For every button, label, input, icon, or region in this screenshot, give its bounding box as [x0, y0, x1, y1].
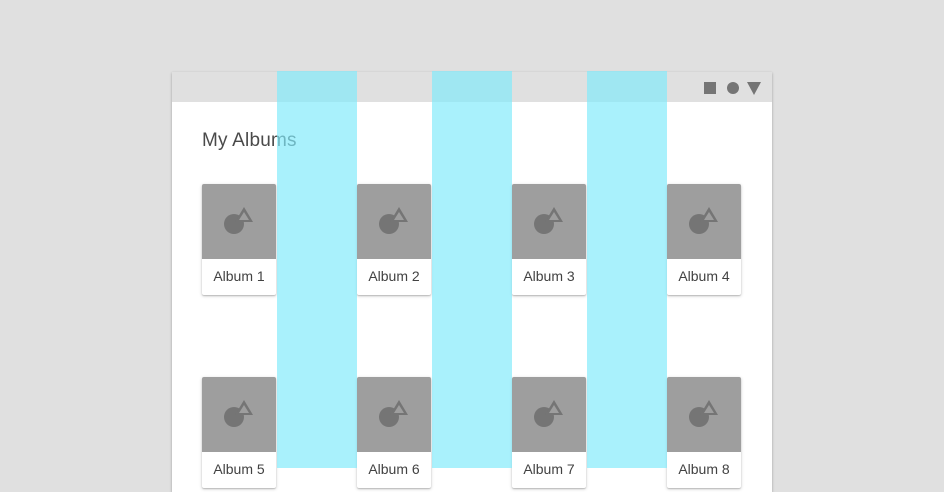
album-label: Album 3 — [523, 268, 575, 284]
album-thumbnail — [202, 184, 276, 259]
album-thumbnail — [512, 377, 586, 452]
album-label: Album 1 — [213, 268, 265, 284]
image-placeholder-icon — [224, 400, 253, 427]
album-card-5[interactable]: Album 5 — [202, 377, 276, 488]
album-card-7[interactable]: Album 7 — [512, 377, 586, 488]
album-card-2[interactable]: Album 2 — [357, 184, 431, 295]
album-thumbnail — [667, 377, 741, 452]
image-placeholder-icon — [534, 207, 563, 234]
album-thumbnail — [512, 184, 586, 259]
square-icon[interactable] — [704, 82, 716, 94]
album-label: Album 2 — [368, 268, 420, 284]
album-label: Album 4 — [678, 268, 730, 284]
circle-icon[interactable] — [727, 82, 739, 94]
album-label: Album 8 — [678, 461, 730, 477]
triangle-icon[interactable] — [747, 82, 761, 95]
image-placeholder-icon — [224, 207, 253, 234]
album-label: Album 7 — [523, 461, 575, 477]
album-thumbnail — [202, 377, 276, 452]
album-thumbnail — [357, 184, 431, 259]
image-placeholder-icon — [689, 400, 718, 427]
image-placeholder-icon — [379, 400, 408, 427]
image-placeholder-icon — [379, 207, 408, 234]
gutter-overlay-3 — [587, 71, 667, 468]
image-placeholder-icon — [689, 207, 718, 234]
album-label: Album 5 — [213, 461, 265, 477]
album-thumbnail — [667, 184, 741, 259]
gutter-overlay-2 — [432, 71, 512, 468]
album-card-1[interactable]: Album 1 — [202, 184, 276, 295]
album-card-6[interactable]: Album 6 — [357, 377, 431, 488]
album-label: Album 6 — [368, 461, 420, 477]
album-card-4[interactable]: Album 4 — [667, 184, 741, 295]
album-thumbnail — [357, 377, 431, 452]
gutter-overlay-1 — [277, 71, 357, 468]
image-placeholder-icon — [534, 400, 563, 427]
album-card-8[interactable]: Album 8 — [667, 377, 741, 488]
album-card-3[interactable]: Album 3 — [512, 184, 586, 295]
